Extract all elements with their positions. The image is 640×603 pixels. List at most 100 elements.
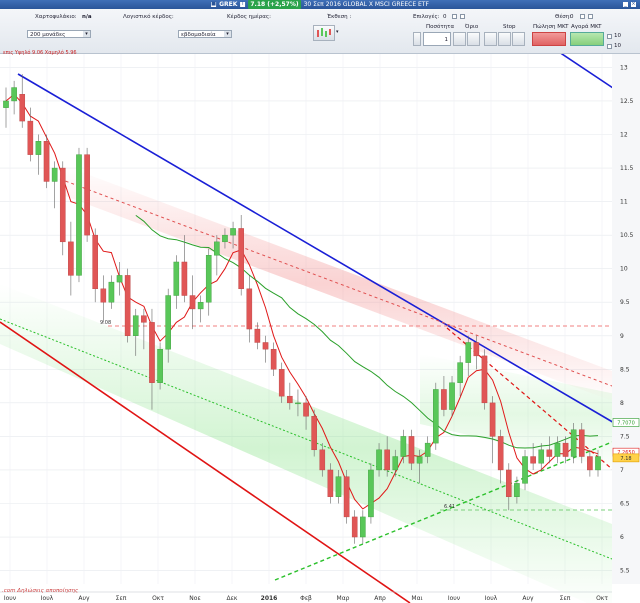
chart-type-button[interactable] bbox=[313, 25, 335, 41]
candle-body bbox=[205, 255, 212, 303]
candle-body bbox=[287, 395, 293, 404]
time-tick-label: Αυγ bbox=[78, 595, 90, 602]
price-chart[interactable]: 1312.51211.51110.5109.598.587.576.565.5 … bbox=[0, 54, 640, 603]
candle-body bbox=[327, 469, 334, 497]
candle-body bbox=[76, 154, 82, 276]
position-label: Θέση: bbox=[555, 14, 572, 20]
candle bbox=[351, 510, 358, 544]
candle-body bbox=[149, 322, 155, 383]
title-bar: ■ GREK i 7.18 (+2,57%) 30 Σεπ 2016 GLOBA… bbox=[0, 0, 640, 9]
options-checkbox[interactable] bbox=[452, 14, 457, 19]
limit-down-button[interactable] bbox=[453, 32, 466, 46]
position-checkbox[interactable] bbox=[580, 14, 585, 19]
candle-body bbox=[254, 328, 261, 343]
candle-body bbox=[530, 456, 536, 464]
candle bbox=[173, 255, 180, 309]
price-tick-label: 5.5 bbox=[620, 568, 630, 575]
sell-market-button[interactable] bbox=[532, 32, 566, 46]
candle-body bbox=[181, 261, 188, 296]
time-tick-label: Μαι bbox=[411, 595, 422, 602]
candle-body bbox=[522, 456, 528, 484]
stop-mid-button[interactable] bbox=[498, 32, 511, 46]
info-icon[interactable]: i bbox=[240, 2, 246, 7]
candle bbox=[11, 80, 17, 115]
candle-body bbox=[238, 228, 244, 290]
square-icon[interactable]: ■ bbox=[211, 2, 217, 7]
time-tick-label: Ιουλ bbox=[485, 595, 498, 602]
field-b: 10 bbox=[614, 43, 621, 49]
time-tick-label: Οκτ bbox=[596, 595, 608, 602]
price-tick-label: 11 bbox=[620, 199, 628, 206]
candle-body bbox=[230, 228, 236, 236]
candle-body bbox=[416, 456, 423, 464]
options-checkbox-2[interactable] bbox=[460, 14, 465, 19]
price-tick-label: 13 bbox=[620, 64, 628, 71]
lock-button[interactable] bbox=[413, 32, 421, 46]
candle-body bbox=[3, 100, 9, 108]
position-checkbox-2[interactable] bbox=[588, 14, 593, 19]
candle-body bbox=[108, 281, 115, 303]
candle-body bbox=[165, 295, 171, 350]
candle-body bbox=[497, 436, 504, 471]
time-tick-label: Οκτ bbox=[152, 595, 164, 602]
accounting-profit-label: Λογιστικό κέρδος: bbox=[123, 14, 174, 20]
price-tick-label: 10 bbox=[620, 266, 628, 273]
candle bbox=[311, 409, 317, 457]
buy-market-button[interactable] bbox=[570, 32, 604, 46]
candle bbox=[92, 228, 99, 303]
day-profit-label: Κέρδος ημέρας: bbox=[227, 14, 271, 20]
time-tick-label: Ιουλ bbox=[41, 595, 54, 602]
candle bbox=[3, 87, 9, 128]
chevron-down-icon[interactable]: ▾ bbox=[336, 29, 339, 35]
disclaimer-link[interactable]: .com Δηλώσεις αποποίησης bbox=[2, 588, 78, 594]
candle bbox=[35, 134, 42, 175]
candle-body bbox=[68, 241, 74, 276]
candle bbox=[360, 510, 366, 544]
candle-body bbox=[384, 449, 390, 471]
period-select[interactable]: εβδομαδιαία ▾ bbox=[178, 30, 232, 38]
candle-body bbox=[270, 348, 277, 370]
buy-label: Αγορά MKT bbox=[571, 24, 602, 30]
candle-body bbox=[424, 442, 431, 457]
limit-label: Όριο bbox=[465, 24, 479, 30]
buy-option-checkbox[interactable] bbox=[607, 44, 612, 49]
candle bbox=[246, 275, 253, 343]
options-value: 0 bbox=[443, 14, 447, 20]
candle-body bbox=[449, 382, 455, 410]
sell-option-checkbox[interactable] bbox=[607, 34, 612, 39]
price-tick-label: 9.5 bbox=[620, 299, 630, 306]
time-tick-label: Αυγ bbox=[522, 595, 534, 602]
candle-body bbox=[100, 288, 107, 303]
candle-body bbox=[505, 469, 512, 497]
candle-body bbox=[538, 449, 545, 464]
minimize-icon[interactable]: _ bbox=[623, 2, 628, 7]
candle bbox=[522, 449, 528, 491]
units-select[interactable]: 200 μονάδες ▾ bbox=[27, 30, 91, 38]
candle bbox=[197, 295, 204, 323]
candle-body bbox=[278, 369, 285, 397]
candle bbox=[124, 268, 131, 343]
candle bbox=[157, 342, 163, 390]
candle-body bbox=[578, 429, 585, 457]
limit-up-button[interactable] bbox=[467, 32, 480, 46]
candle bbox=[497, 429, 504, 484]
candle-body bbox=[562, 442, 569, 457]
candles-chart-icon bbox=[317, 28, 331, 37]
stop-up-button[interactable] bbox=[512, 32, 525, 46]
candle-body bbox=[27, 120, 34, 155]
price-tick-label: 8.5 bbox=[620, 366, 630, 373]
field-a: 10 bbox=[614, 33, 621, 39]
candle bbox=[43, 134, 50, 189]
exposure-label: Έκθεση : bbox=[327, 14, 352, 20]
time-tick-label: Δεκ bbox=[227, 595, 238, 602]
time-tick-label: Σεπ bbox=[560, 595, 571, 602]
candle-body bbox=[441, 389, 447, 410]
candle-body bbox=[222, 234, 228, 243]
candle-body bbox=[173, 261, 180, 296]
portfolio-label: Χαρτοφυλάκιο: bbox=[35, 14, 77, 20]
stop-down-button[interactable] bbox=[484, 32, 497, 46]
close-icon[interactable]: × bbox=[631, 2, 636, 7]
candle-body bbox=[84, 154, 90, 236]
quantity-input[interactable]: 1 bbox=[423, 32, 451, 46]
time-tick-label: Νοε bbox=[189, 595, 200, 602]
